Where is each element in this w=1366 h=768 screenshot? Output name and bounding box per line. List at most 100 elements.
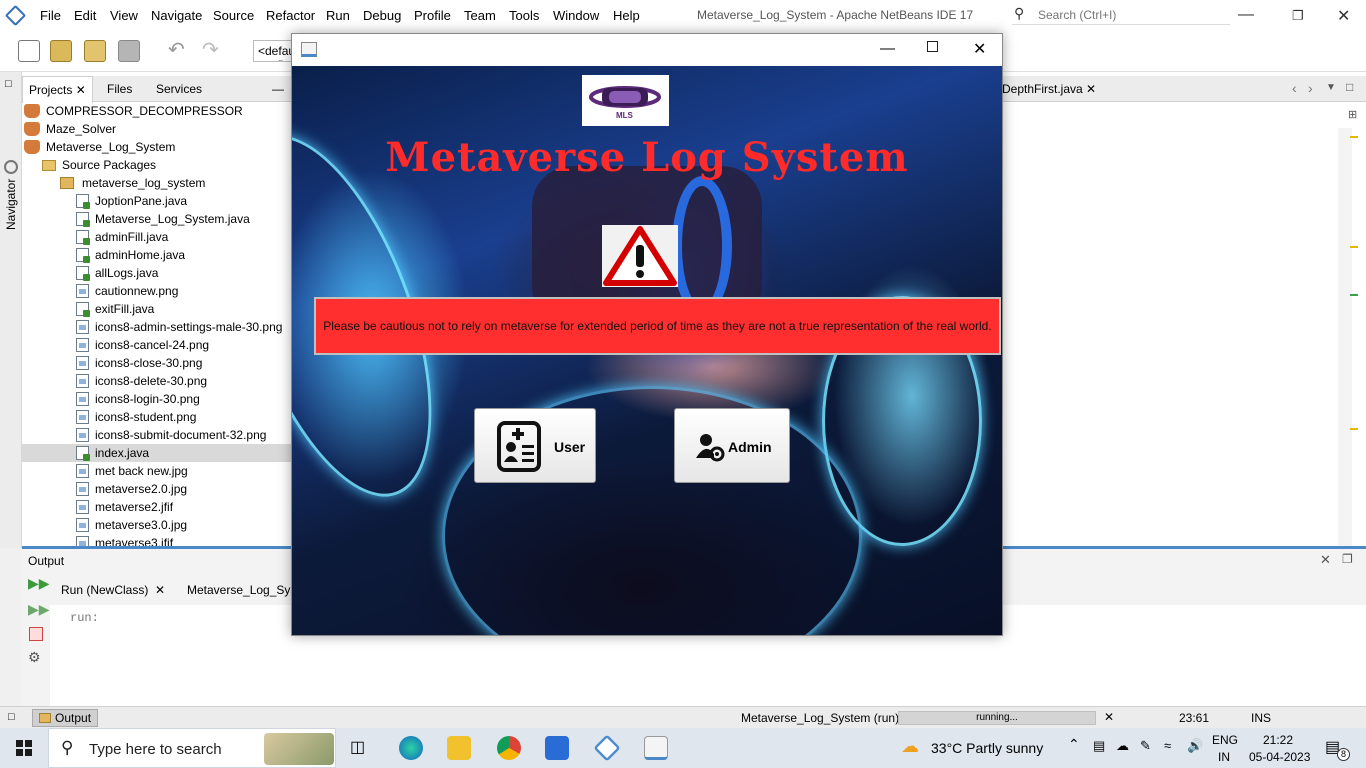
close-icon[interactable]: ✕ xyxy=(1086,82,1096,96)
rerun-icon[interactable]: ▶▶ xyxy=(28,575,50,592)
tree-file-item[interactable]: metaverse3.jfif xyxy=(22,534,291,546)
close-icon[interactable]: ✕ xyxy=(155,583,165,597)
java-file-icon xyxy=(76,248,90,263)
menu-source[interactable]: Source xyxy=(213,8,254,23)
tree-file-item[interactable]: metaverse2.0.jpg xyxy=(22,480,291,498)
rerun-config-icon[interactable]: ▶▶ xyxy=(28,601,50,618)
undo-icon[interactable]: ↶ xyxy=(168,40,190,62)
restore-icon[interactable]: ❐ xyxy=(1292,8,1304,24)
menu-debug[interactable]: Debug xyxy=(363,8,401,23)
tray-app-icon[interactable]: ▤ xyxy=(1093,738,1105,754)
editor-tab-depthfirst[interactable]: DepthFirst.java ✕ xyxy=(1002,82,1096,96)
volume-icon[interactable]: 🔊 xyxy=(1187,738,1203,754)
tree-file-item[interactable]: allLogs.java xyxy=(22,264,291,282)
tree-file-item[interactable]: metaverse2.jfif xyxy=(22,498,291,516)
netbeans-icon[interactable] xyxy=(593,734,621,762)
store-icon[interactable] xyxy=(545,736,569,760)
maximize-icon[interactable]: □ xyxy=(1346,80,1353,94)
maximize-icon[interactable] xyxy=(927,41,938,52)
close-icon[interactable]: ✕ xyxy=(973,39,986,59)
tree-file-item[interactable]: adminFill.java xyxy=(22,228,291,246)
java-file-icon xyxy=(76,230,90,245)
scroll-right-icon[interactable]: › xyxy=(1308,80,1313,96)
menu-view[interactable]: View xyxy=(110,8,138,23)
file-explorer-icon[interactable] xyxy=(447,736,471,760)
minimize-panel-icon[interactable]: — xyxy=(272,82,284,96)
cancel-icon[interactable]: ✕ xyxy=(1104,710,1114,724)
windows-start-icon[interactable] xyxy=(16,740,32,756)
chevron-up-icon[interactable]: ⌃ xyxy=(1068,736,1080,753)
tree-project[interactable]: Metaverse_Log_System xyxy=(24,138,175,156)
settings-icon[interactable]: ⚙ xyxy=(28,649,41,666)
cloud-icon[interactable]: ☁ xyxy=(1116,738,1129,754)
status-output-tab[interactable]: Output xyxy=(32,709,99,727)
minimize-icon[interactable]: — xyxy=(1238,6,1254,24)
chrome-icon[interactable] xyxy=(497,736,521,760)
tree-file-item[interactable]: icons8-login-30.png xyxy=(22,390,291,408)
language-indicator[interactable]: ENG xyxy=(1212,733,1238,747)
menu-refactor[interactable]: Refactor xyxy=(266,8,315,23)
tree-file-item[interactable]: adminHome.java xyxy=(22,246,291,264)
tree-file-item[interactable]: metaverse3.0.jpg xyxy=(22,516,291,534)
tree-file-item[interactable]: icons8-student.png xyxy=(22,408,291,426)
taskbar-search-input[interactable]: ⚲ Type here to search xyxy=(48,728,336,768)
close-icon[interactable]: ✕ xyxy=(76,83,86,97)
tree-file-label: icons8-student.png xyxy=(95,410,197,424)
stop-icon[interactable] xyxy=(29,627,43,641)
edge-icon[interactable] xyxy=(399,736,423,760)
tree-file-item[interactable]: exitFill.java xyxy=(22,300,291,318)
menu-run[interactable]: Run xyxy=(326,8,350,23)
save-all-icon[interactable] xyxy=(118,40,140,62)
task-view-icon[interactable]: ◫ xyxy=(350,737,365,757)
java-app-icon[interactable] xyxy=(644,736,668,760)
menu-team[interactable]: Team xyxy=(464,8,496,23)
tab-services[interactable]: Services xyxy=(156,82,202,96)
tab-files[interactable]: Files xyxy=(107,82,132,96)
menu-navigate[interactable]: Navigate xyxy=(151,8,202,23)
tree-file-item[interactable]: index.java xyxy=(22,444,291,462)
menu-edit[interactable]: Edit xyxy=(74,8,96,23)
new-project-icon[interactable] xyxy=(50,40,72,62)
split-icon[interactable]: ⊞ xyxy=(1348,108,1357,121)
ide-search-input[interactable]: ⚲ Search (Ctrl+I) xyxy=(1012,5,1230,25)
redo-icon[interactable]: ↷ xyxy=(202,40,224,62)
editor-scrollbar[interactable] xyxy=(1338,128,1358,546)
tree-file-item[interactable]: Metaverse_Log_System.java xyxy=(22,210,291,228)
tree-file-item[interactable]: icons8-admin-settings-male-30.png xyxy=(22,318,291,336)
admin-button[interactable]: Admin xyxy=(674,408,790,483)
clock-time[interactable]: 21:22 xyxy=(1263,733,1293,747)
open-project-icon[interactable] xyxy=(84,40,106,62)
tab-projects[interactable]: Projects ✕ xyxy=(22,76,93,103)
menu-help[interactable]: Help xyxy=(613,8,640,23)
chevron-down-icon[interactable]: ▼ xyxy=(1326,82,1336,93)
weather-text[interactable]: 33°C Partly sunny xyxy=(931,740,1043,756)
close-icon[interactable]: ✕ xyxy=(1337,6,1350,26)
navigator-tab[interactable]: Navigator xyxy=(4,179,18,230)
close-icon[interactable]: ✕ xyxy=(1320,552,1331,568)
tree-file-item[interactable]: icons8-cancel-24.png xyxy=(22,336,291,354)
tree-file-item[interactable]: icons8-close-30.png xyxy=(22,354,291,372)
pen-icon[interactable]: ✎ xyxy=(1140,738,1151,754)
restore-icon[interactable]: □ xyxy=(8,711,15,723)
tree-project[interactable]: COMPRESSOR_DECOMPRESSOR xyxy=(24,102,243,120)
tree-project[interactable]: Maze_Solver xyxy=(24,120,116,138)
scroll-left-icon[interactable]: ‹ xyxy=(1292,80,1297,96)
output-tab-run-newclass[interactable]: Run (NewClass) ✕ xyxy=(61,583,165,597)
menu-tools[interactable]: Tools xyxy=(509,8,539,23)
tree-file-item[interactable]: met back new.jpg xyxy=(22,462,291,480)
tree-package[interactable]: metaverse_log_system xyxy=(60,174,205,192)
restore-icon[interactable]: ❐ xyxy=(1342,552,1353,566)
wifi-icon[interactable]: ≈ xyxy=(1164,738,1171,753)
minimize-icon[interactable]: — xyxy=(880,40,895,57)
menu-file[interactable]: File xyxy=(40,8,61,23)
tree-file-item[interactable]: JoptionPane.java xyxy=(22,192,291,210)
menu-window[interactable]: Window xyxy=(553,8,599,23)
tree-file-item[interactable]: icons8-submit-document-32.png xyxy=(22,426,291,444)
menu-profile[interactable]: Profile xyxy=(414,8,451,23)
tree-file-item[interactable]: icons8-delete-30.png xyxy=(22,372,291,390)
tree-source-packages[interactable]: Source Packages xyxy=(42,156,156,174)
tree-file-item[interactable]: cautionnew.png xyxy=(22,282,291,300)
user-button[interactable]: User xyxy=(474,408,596,483)
restore-window-icon[interactable]: □ xyxy=(5,78,12,90)
new-file-icon[interactable] xyxy=(18,40,40,62)
